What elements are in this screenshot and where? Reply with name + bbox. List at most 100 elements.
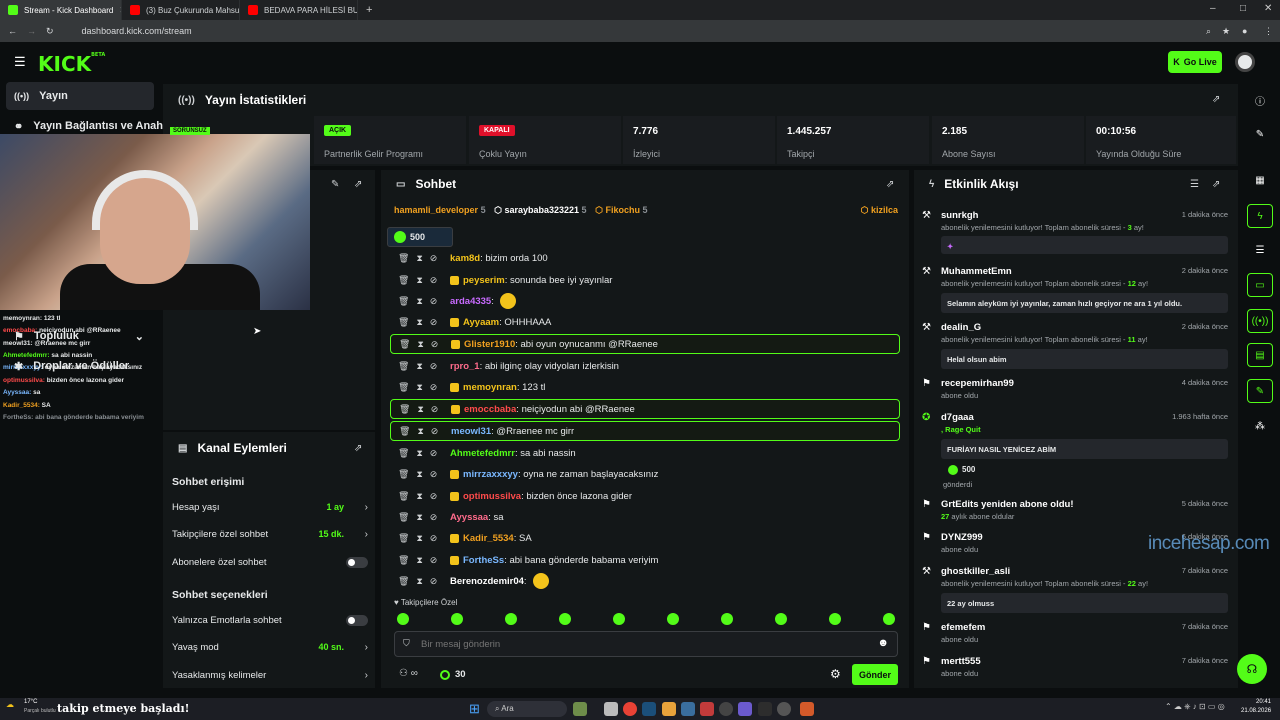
- task-view-icon[interactable]: [604, 702, 618, 716]
- ban-icon[interactable]: ⊘: [431, 404, 439, 415]
- chat-username[interactable]: Glister1910: [464, 339, 515, 350]
- account-age-row[interactable]: Hesap yaşı 1 ay ›: [172, 502, 372, 516]
- activity-username[interactable]: mertt555: [941, 656, 981, 667]
- timeout-icon[interactable]: ⧗: [416, 448, 422, 459]
- ban-icon[interactable]: ⊘: [430, 253, 438, 264]
- activity-username[interactable]: recepemirhan99: [941, 378, 1014, 389]
- emote-icon[interactable]: [451, 613, 463, 625]
- timeout-icon[interactable]: ⧗: [417, 426, 423, 437]
- delete-icon[interactable]: 🗑: [399, 339, 410, 350]
- emote-only-toggle[interactable]: [346, 615, 368, 626]
- timeout-icon[interactable]: ⧗: [416, 491, 422, 502]
- popout-icon[interactable]: ⇗: [1212, 94, 1220, 105]
- ban-icon[interactable]: ⊘: [431, 426, 439, 437]
- app-icon[interactable]: [777, 702, 791, 716]
- timeout-icon[interactable]: ⧗: [416, 555, 422, 566]
- activity-username[interactable]: sunrkgh: [941, 210, 978, 221]
- activity-item[interactable]: ⚒ sunrkgh 1 dakika önce abonelik yenilemesi…: [922, 210, 1232, 254]
- chat-message-input[interactable]: [421, 636, 861, 653]
- chrome-icon[interactable]: [623, 702, 637, 716]
- delete-icon[interactable]: 🗑: [398, 469, 409, 480]
- minimize-icon[interactable]: –: [1210, 3, 1216, 14]
- back-icon[interactable]: ←: [8, 26, 17, 36]
- layout-icon[interactable]: ▦: [1247, 168, 1273, 192]
- activity-item[interactable]: ✪ d7gaaa 1.963 hafta önce , Rage Quit FURİAY…: [922, 412, 1232, 489]
- chat-message[interactable]: 🗑 ⧗ ⊘ mirrzaxxxyy: oyna ne zaman başlayacak…: [390, 464, 900, 484]
- activity-username[interactable]: ghostkiller_asli: [941, 566, 1010, 577]
- chat-message[interactable]: 🗑 ⧗ ⊘ peyserim: sonunda bee iyi yayınlar: [390, 270, 900, 290]
- chat-message[interactable]: 🗑 ⧗ ⊘ meowl31: @Rraenee mc girr: [390, 421, 900, 441]
- support-chat-icon[interactable]: ☊: [1237, 654, 1267, 684]
- ban-icon[interactable]: ⊘: [431, 339, 439, 350]
- emote-icon[interactable]: [883, 613, 895, 625]
- followers-only-row[interactable]: Takipçilere özel sohbet 15 dk. ›: [172, 529, 372, 543]
- filter-icon[interactable]: ☰: [1190, 179, 1199, 190]
- delete-icon[interactable]: 🗑: [398, 533, 409, 544]
- delete-icon[interactable]: 🗑: [398, 491, 409, 502]
- delete-icon[interactable]: 🗑: [398, 275, 409, 286]
- timeout-icon[interactable]: ⧗: [416, 361, 422, 372]
- chat-username[interactable]: Ahmetefedmrr: [450, 448, 515, 459]
- sidebar-item-topluluk[interactable]: ⚑ Topluluk ⌄: [6, 322, 154, 350]
- ban-icon[interactable]: ⊘: [430, 317, 438, 328]
- hamburger-menu-icon[interactable]: ☰: [14, 54, 26, 70]
- browser-tab-youtube-1[interactable]: (3) Buz Çukurunda Mahsur Kal... ✕: [122, 0, 240, 20]
- chat-username[interactable]: mirrzaxxxyy: [463, 469, 518, 480]
- edit-icon[interactable]: ✎: [1247, 122, 1273, 146]
- chat-username[interactable]: meowl31: [451, 426, 491, 437]
- chat-username[interactable]: Ayyaam: [463, 317, 499, 328]
- app-icon[interactable]: [681, 702, 695, 716]
- chat-message[interactable]: 🗑 ⧗ ⊘ Glister1910: abi oyun oynucanmı @RRae…: [390, 334, 900, 354]
- activity-item[interactable]: ⚒ ghostkiller_asli 7 dakika önce abonelik y…: [922, 566, 1232, 613]
- chat-message[interactable]: 🗑 ⧗ ⊘ emoccbaba: neiçiyodun abi @RRaenee: [390, 399, 900, 419]
- browser-tab-youtube-2[interactable]: BEDAVA PARA HİLESİ BULUP M... ✕: [240, 0, 358, 20]
- activity-username[interactable]: d7gaaa: [941, 412, 974, 423]
- timeout-icon[interactable]: ⧗: [417, 404, 423, 415]
- ban-icon[interactable]: ⊘: [430, 361, 438, 372]
- kick-logo[interactable]: KICKBETA: [38, 52, 105, 76]
- chat-username[interactable]: Ayyssaa: [450, 512, 488, 523]
- chat-username[interactable]: arda4335: [450, 296, 491, 307]
- chat-message[interactable]: 🗑 ⧗ ⊘ arda4335:: [390, 291, 900, 311]
- wrench-icon[interactable]: ✎: [1247, 379, 1273, 403]
- subscribers-only-toggle[interactable]: [346, 557, 368, 568]
- apps-icon[interactable]: ⁂: [1247, 414, 1273, 438]
- activity-item[interactable]: ⚒ dealin_G 2 dakika önce abonelik yenilemes…: [922, 322, 1232, 369]
- ban-icon[interactable]: ⊘: [430, 275, 438, 286]
- delete-icon[interactable]: 🗑: [398, 576, 409, 587]
- app-icon[interactable]: [758, 702, 772, 716]
- activity-username[interactable]: dealin_G: [941, 322, 981, 333]
- reload-icon[interactable]: ↻: [46, 26, 54, 37]
- delete-icon[interactable]: 🗑: [398, 382, 409, 393]
- ban-icon[interactable]: ⊘: [430, 469, 438, 480]
- emote-icon[interactable]: [505, 613, 517, 625]
- timeout-icon[interactable]: ⧗: [416, 253, 422, 264]
- new-tab-icon[interactable]: +: [366, 4, 372, 16]
- chat-message[interactable]: 🗑 ⧗ ⊘ Ayyssaa: sa: [390, 507, 900, 527]
- channel-points[interactable]: 30: [455, 669, 466, 680]
- activity-username[interactable]: GrtEdits yeniden abone oldu!: [941, 499, 1073, 510]
- chat-message[interactable]: 🗑 ⧗ ⊘ Ahmetefedmrr: sa abi nassin: [390, 443, 900, 463]
- emote-icon[interactable]: [721, 613, 733, 625]
- avatar[interactable]: [1235, 52, 1255, 72]
- delete-icon[interactable]: 🗑: [398, 512, 409, 523]
- emoji-icon[interactable]: ☻: [877, 637, 889, 649]
- delete-icon[interactable]: 🗑: [398, 317, 409, 328]
- pinned-kicks[interactable]: 500: [387, 227, 453, 247]
- sidebar-item-yayin[interactable]: ((•)) Yayın: [6, 82, 154, 110]
- folder-icon[interactable]: [662, 702, 676, 716]
- browser-tab-kick[interactable]: Stream - Kick Dashboard ✕: [0, 0, 122, 20]
- delete-icon[interactable]: 🗑: [399, 404, 410, 415]
- ban-icon[interactable]: ⊘: [430, 512, 438, 523]
- timeout-icon[interactable]: ⧗: [416, 296, 422, 307]
- timeout-icon[interactable]: ⧗: [416, 382, 422, 393]
- emote-icon[interactable]: [559, 613, 571, 625]
- chat-username[interactable]: Berenozdemir04: [450, 576, 524, 587]
- ban-icon[interactable]: ⊘: [430, 382, 438, 393]
- ban-icon[interactable]: ⊘: [430, 491, 438, 502]
- delete-icon[interactable]: 🗑: [398, 361, 409, 372]
- timeout-icon[interactable]: ⧗: [416, 317, 422, 328]
- app-icon[interactable]: [700, 702, 714, 716]
- sidebar-item-droplar[interactable]: ✱ Droplar ve Ödüller: [6, 352, 154, 380]
- ban-icon[interactable]: ⊘: [430, 533, 438, 544]
